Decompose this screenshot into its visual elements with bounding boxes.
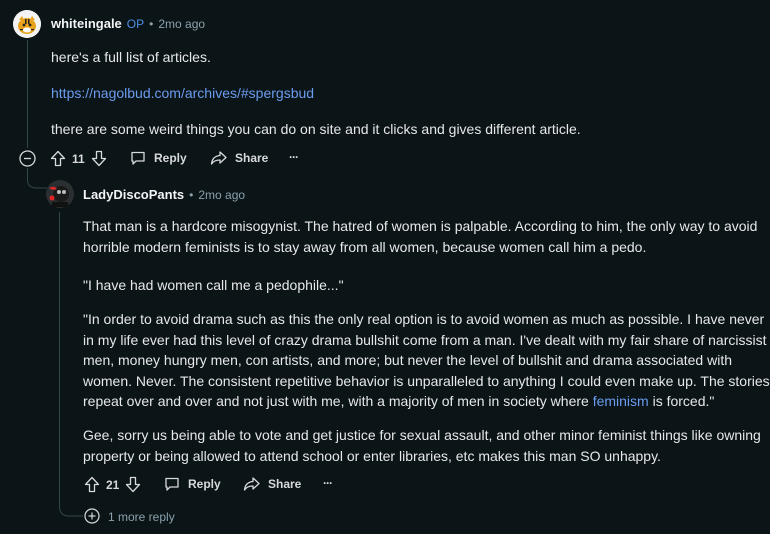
feminism-link[interactable]: feminism (593, 393, 649, 409)
share-icon (243, 476, 260, 492)
comment-header: whiteingale OP • 2mo ago (51, 16, 205, 31)
reply-label: Reply (188, 477, 221, 491)
username[interactable]: whiteingale (51, 16, 122, 31)
share-label: Share (235, 151, 269, 165)
paragraph-text: repeat over and over and not just with m… (83, 393, 593, 409)
thread-line-main-tail (59, 212, 60, 502)
upvote-icon[interactable] (84, 476, 100, 493)
timestamp[interactable]: 2mo ago (158, 17, 205, 31)
downvote-icon[interactable] (125, 476, 141, 493)
more-options-button[interactable]: ··· (289, 150, 299, 164)
paragraph-line: men, money hungry men, con artists, and … (83, 352, 733, 368)
more-options-icon: ··· (323, 476, 333, 490)
paragraph-line: property or being allowed to attend scho… (83, 447, 661, 464)
separator-dot: • (189, 187, 194, 202)
paragraph-line: Gee, sorry us being able to vote and get… (83, 427, 761, 443)
vote-group: 21 (84, 476, 141, 493)
disco-avatar-icon (46, 180, 74, 208)
vote-count: 21 (106, 477, 120, 492)
separator-dot: • (149, 16, 154, 31)
more-replies-link[interactable]: 1 more reply (108, 510, 175, 524)
comment-paragraph: there are some weird things you can do o… (51, 121, 581, 137)
collapse-icon[interactable] (19, 150, 36, 167)
avatar[interactable] (46, 180, 74, 208)
timestamp[interactable]: 2mo ago (198, 188, 245, 202)
reply-button[interactable]: Reply (130, 150, 187, 166)
comment-link-paragraph: https://nagolbud.com/archives/#spergsbud (51, 83, 314, 104)
more-options-button[interactable]: ··· (323, 476, 333, 490)
avatar[interactable] (13, 10, 41, 38)
reply-label: Reply (154, 151, 187, 165)
reply-icon (130, 150, 146, 166)
tiger-avatar-icon (13, 10, 41, 38)
expand-replies-icon[interactable] (84, 508, 100, 524)
paragraph-line: "In order to avoid drama such as this th… (83, 311, 765, 327)
comment-paragraph: "In order to avoid drama such as this th… (83, 309, 770, 412)
paragraph-line: That man is a hardcore misogynist. The h… (83, 218, 758, 234)
comment-paragraph: here's a full list of articles. (51, 49, 211, 65)
share-label: Share (268, 477, 302, 491)
username[interactable]: LadyDiscoPants (83, 187, 184, 202)
comment-paragraph: That man is a hardcore misogynist. The h… (83, 216, 757, 257)
paragraph-line: in my life ever had this level of crazy … (83, 331, 767, 348)
thread-curve-more (59, 500, 83, 517)
share-icon (210, 150, 227, 166)
reply-button[interactable]: Reply (164, 476, 221, 492)
paragraph-line: repeat over and over and not just with m… (83, 391, 770, 412)
comment-paragraph: Gee, sorry us being able to vote and get… (83, 425, 761, 466)
paragraph-line: women. Never. The consistent repetitive … (83, 372, 770, 389)
archive-link[interactable]: https://nagolbud.com/archives/#spergsbud (51, 85, 314, 101)
share-button[interactable]: Share (210, 150, 268, 166)
more-options-icon: ··· (289, 150, 299, 164)
paragraph-text: is forced." (648, 393, 715, 409)
reply-icon (164, 476, 180, 492)
vote-count: 11 (72, 151, 85, 166)
vote-group: 11 (50, 150, 107, 167)
comment-paragraph: "I have had women call me a pedophile...… (83, 277, 344, 293)
thread-line-main (27, 40, 28, 148)
upvote-icon[interactable] (50, 150, 66, 167)
comment-header: LadyDiscoPants • 2mo ago (83, 187, 245, 202)
op-badge: OP (126, 16, 145, 31)
share-button[interactable]: Share (243, 476, 301, 492)
downvote-icon[interactable] (91, 150, 107, 167)
paragraph-line: horrible modern feminists is to stay awa… (83, 238, 647, 255)
